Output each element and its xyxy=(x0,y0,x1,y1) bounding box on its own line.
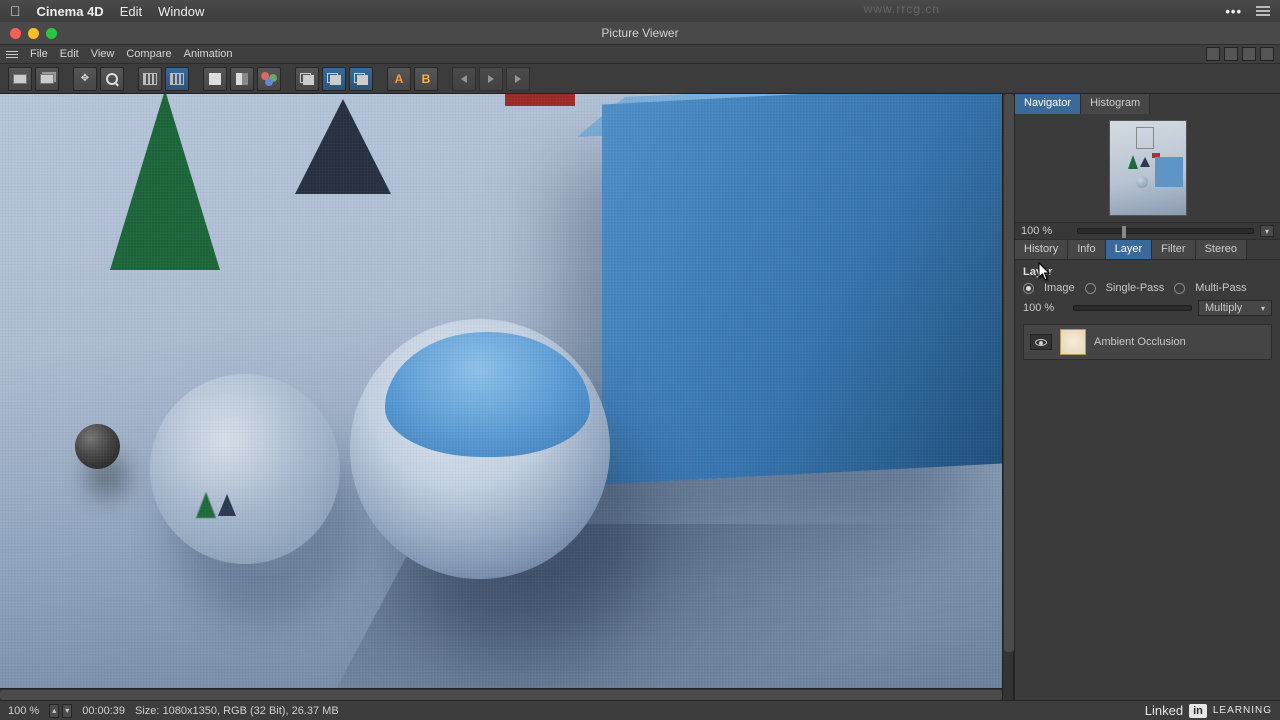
blend-mode-dropdown[interactable]: Multiply ▾ xyxy=(1198,300,1272,316)
tab-history[interactable]: History xyxy=(1015,240,1068,259)
layout-toggle-4[interactable] xyxy=(1260,47,1274,61)
layout-toggle-1[interactable] xyxy=(1206,47,1220,61)
radio-single-pass[interactable] xyxy=(1085,283,1096,294)
status-size-label: Size: xyxy=(135,705,159,717)
zoom-spinner-up[interactable]: ▴ xyxy=(49,704,59,718)
ab-split-button[interactable] xyxy=(322,67,346,91)
window-title: Picture Viewer xyxy=(601,26,678,40)
zoom-spinner-down[interactable]: ▾ xyxy=(62,704,72,718)
layer-section-title: Layer xyxy=(1023,266,1272,278)
toolbar: ✥ A B xyxy=(0,64,1280,94)
status-zoom[interactable]: 100 % xyxy=(8,705,39,717)
scene-cone-green xyxy=(110,94,220,270)
menu-file[interactable]: File xyxy=(30,48,48,60)
horizontal-scrollbar[interactable] xyxy=(0,688,1002,700)
compare-b-button[interactable] xyxy=(230,67,254,91)
learning-word: LEARNING xyxy=(1213,705,1272,716)
fit-button[interactable] xyxy=(165,67,189,91)
window-titlebar: Picture Viewer xyxy=(0,22,1280,44)
linkedin-in-icon: in xyxy=(1189,704,1207,718)
layout-toggle-2[interactable] xyxy=(1224,47,1238,61)
chevron-down-icon: ▾ xyxy=(1261,304,1265,313)
radio-image-label: Image xyxy=(1044,282,1075,294)
tab-stereo[interactable]: Stereo xyxy=(1196,240,1247,259)
apple-icon[interactable]:  xyxy=(10,3,21,19)
right-panel: Navigator Histogram 100 % ▾ History Info… xyxy=(1014,94,1280,700)
linkedin-word: Linked xyxy=(1145,703,1183,718)
blend-mode-value: Multiply xyxy=(1205,302,1242,314)
play-button[interactable] xyxy=(479,67,503,91)
control-center-icon[interactable] xyxy=(1256,6,1270,16)
menu-icon[interactable] xyxy=(6,51,18,58)
vertical-scrollbar[interactable] xyxy=(1002,94,1014,700)
nav-zoom-value[interactable]: 100 % xyxy=(1021,225,1071,237)
linkedin-learning-badge: Linked in LEARNING xyxy=(1145,703,1272,718)
layer-visibility-toggle[interactable] xyxy=(1030,334,1052,350)
tab-histogram[interactable]: Histogram xyxy=(1081,94,1150,114)
zoom-button[interactable] xyxy=(100,67,124,91)
menu-edit[interactable]: Edit xyxy=(60,48,79,60)
fullframe-button[interactable] xyxy=(138,67,162,91)
radio-multi-label: Multi-Pass xyxy=(1195,282,1246,294)
scene-cube xyxy=(602,94,1002,484)
tab-layer[interactable]: Layer xyxy=(1106,240,1153,259)
window-close-button[interactable] xyxy=(10,28,21,39)
layer-name: Ambient Occlusion xyxy=(1094,336,1186,348)
layer-opacity-slider[interactable] xyxy=(1073,305,1192,311)
navigator-thumbnail xyxy=(1109,120,1187,216)
scene-glass-sphere xyxy=(150,374,340,564)
ab-wipe-button[interactable] xyxy=(349,67,373,91)
set-b-button[interactable]: B xyxy=(414,67,438,91)
play-next-button[interactable] xyxy=(506,67,530,91)
navigate-button[interactable]: ✥ xyxy=(73,67,97,91)
mac-menu-window[interactable]: Window xyxy=(158,4,204,19)
layer-thumbnail xyxy=(1060,329,1086,355)
status-size-value: 1080x1350, RGB (32 Bit), 26.37 MB xyxy=(163,705,339,717)
menu-view[interactable]: View xyxy=(91,48,115,60)
menu-animation[interactable]: Animation xyxy=(184,48,233,60)
tab-info[interactable]: Info xyxy=(1068,240,1105,259)
nav-zoom-dropdown[interactable]: ▾ xyxy=(1260,225,1274,237)
save-button[interactable] xyxy=(35,67,59,91)
mac-menu-edit[interactable]: Edit xyxy=(120,4,142,19)
nav-zoom-slider[interactable] xyxy=(1077,228,1254,234)
open-button[interactable] xyxy=(8,67,32,91)
layout-toggle-3[interactable] xyxy=(1242,47,1256,61)
scene-pyramid-dark xyxy=(295,99,391,194)
mac-menubar:  Cinema 4D Edit Window ••• xyxy=(0,0,1280,22)
radio-image[interactable] xyxy=(1023,283,1034,294)
overflow-icon[interactable]: ••• xyxy=(1225,4,1242,19)
scene-red-block xyxy=(505,94,575,106)
channels-button[interactable] xyxy=(257,67,281,91)
compare-a-button[interactable] xyxy=(203,67,227,91)
tab-filter[interactable]: Filter xyxy=(1152,240,1195,259)
eye-icon xyxy=(1035,339,1047,346)
render-viewport[interactable] xyxy=(0,94,1002,688)
menu-compare[interactable]: Compare xyxy=(126,48,171,60)
radio-multi-pass[interactable] xyxy=(1174,283,1185,294)
app-menubar: File Edit View Compare Animation xyxy=(0,44,1280,64)
window-minimize-button[interactable] xyxy=(28,28,39,39)
set-a-button[interactable]: A xyxy=(387,67,411,91)
status-bar: 100 % ▴ ▾ 00:00:39 Size: 1080x1350, RGB … xyxy=(0,700,1280,720)
tab-navigator[interactable]: Navigator xyxy=(1015,94,1081,114)
scene-small-ball xyxy=(75,424,120,469)
layer-item[interactable]: Ambient Occlusion xyxy=(1023,324,1272,360)
ab-swap-button[interactable] xyxy=(295,67,319,91)
window-zoom-button[interactable] xyxy=(46,28,57,39)
app-name[interactable]: Cinema 4D xyxy=(37,4,104,19)
status-time: 00:00:39 xyxy=(82,705,125,717)
radio-single-label: Single-Pass xyxy=(1106,282,1165,294)
layer-opacity-value[interactable]: 100 % xyxy=(1023,302,1067,314)
play-prev-button[interactable] xyxy=(452,67,476,91)
navigator-preview[interactable] xyxy=(1015,114,1280,222)
